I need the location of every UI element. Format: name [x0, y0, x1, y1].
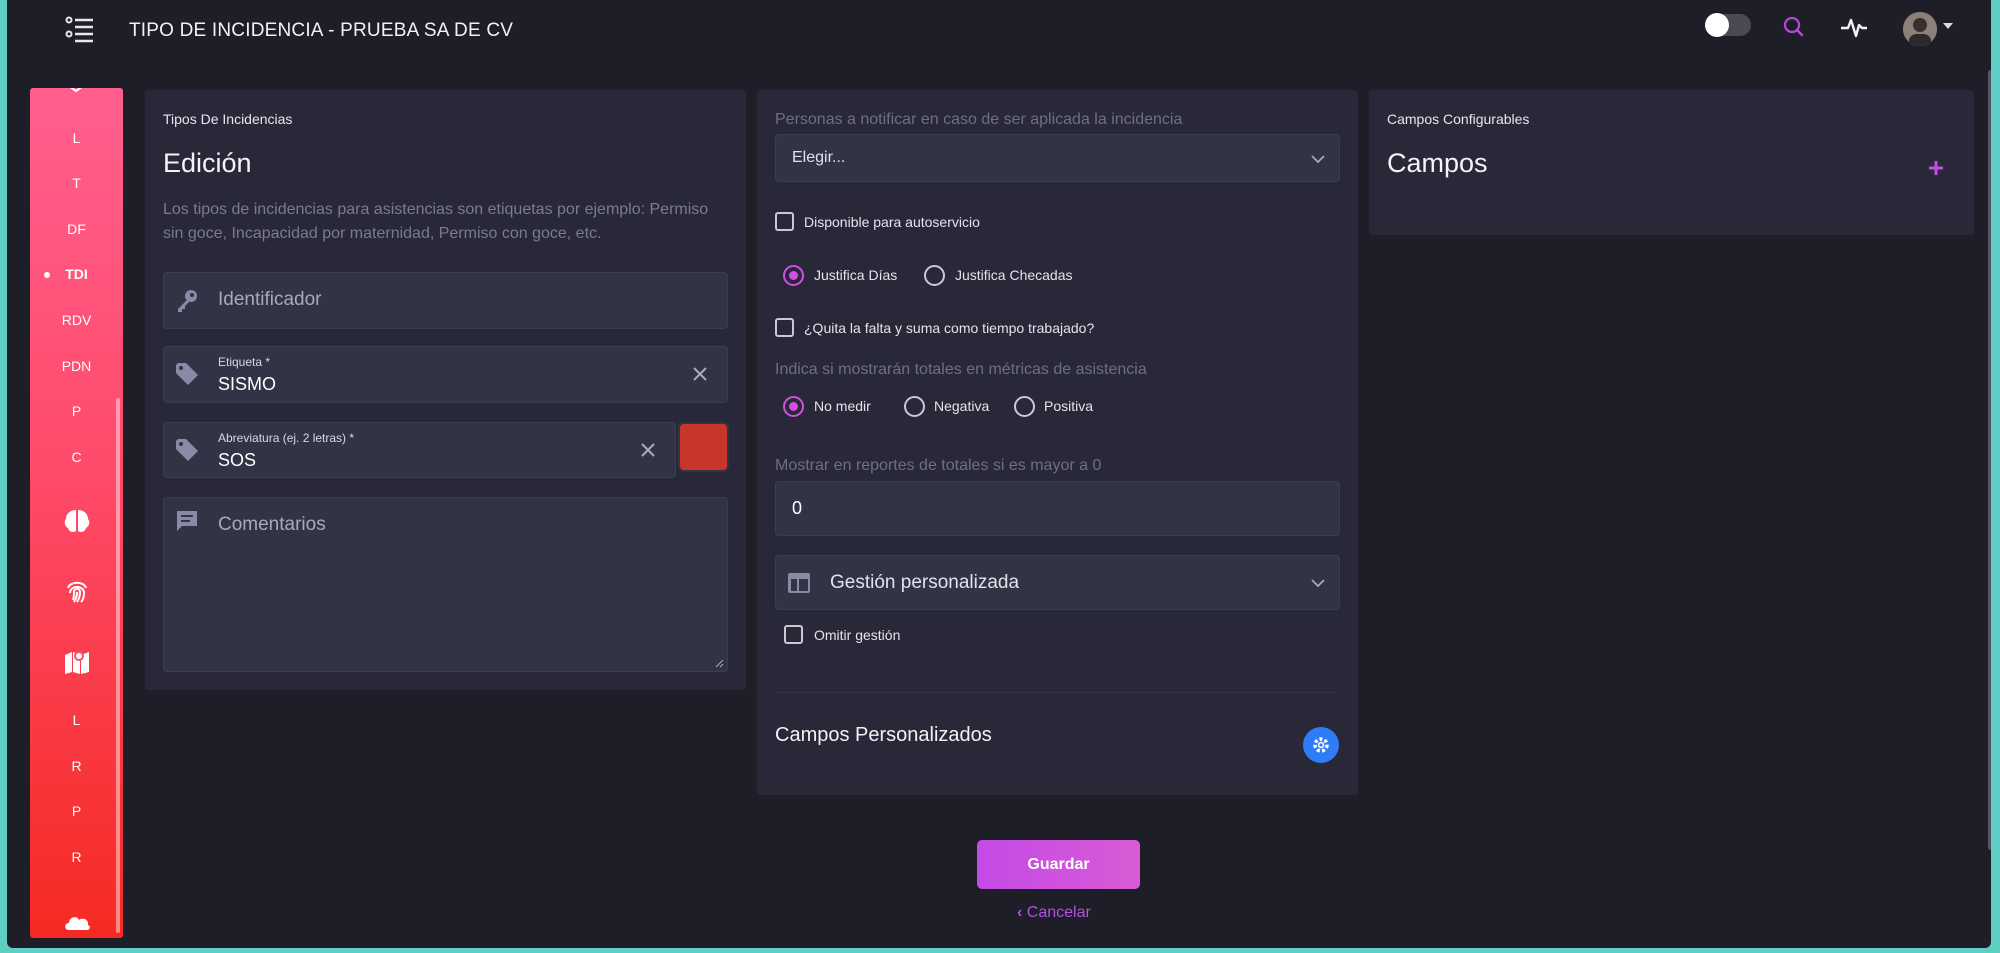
cancel-link[interactable]: ‹ Cancelar [1017, 904, 1091, 922]
save-button[interactable]: Guardar [977, 840, 1140, 889]
top-bar: TIPO DE INCIDENCIA - PRUEBA SA DE CV [7, 0, 1991, 62]
user-photo-icon [1903, 12, 1937, 46]
chevron-down-icon [1311, 579, 1325, 588]
remove-absence-checkbox[interactable] [775, 318, 794, 337]
edit-card: Tipos De Incidencias Edición Los tipos d… [145, 90, 746, 690]
sidebar-scrollbar[interactable] [116, 398, 120, 933]
avatar-dropdown-caret-icon[interactable] [1943, 23, 1953, 29]
metrics-option-label: No medir [814, 398, 871, 414]
sidebar-item-l[interactable]: L [30, 130, 123, 146]
custom-fields-title: Campos Personalizados [775, 724, 992, 746]
custom-fields-settings-button[interactable] [1303, 727, 1339, 763]
fingerprint-icon[interactable] [62, 576, 92, 606]
sidebar-item-r[interactable]: R [30, 758, 123, 774]
self-service-checkbox[interactable] [775, 212, 794, 231]
clear-abbreviation-close-icon[interactable] [639, 441, 657, 459]
fields-card: Campos Configurables Campos [1369, 90, 1974, 235]
identifier-field[interactable]: Identificador [163, 272, 728, 329]
reports-value-input[interactable]: 0 [775, 481, 1340, 536]
sidebar: L T DF TDI RDV PDN P C L R P R [30, 88, 123, 938]
map-icon[interactable] [62, 647, 92, 677]
sidebar-item-l2[interactable]: L [30, 712, 123, 728]
custom-management-label: Gestión personalizada [830, 572, 1020, 593]
table-layout-icon [788, 573, 810, 593]
omit-management-label: Omitir gestión [814, 627, 901, 643]
chevron-left-icon: ‹ [1017, 904, 1023, 921]
notify-select-value: Elegir... [792, 149, 846, 166]
custom-management-dropdown[interactable]: Gestión personalizada [775, 555, 1340, 610]
metrics-option-label: Negativa [934, 398, 990, 414]
active-indicator [44, 272, 50, 278]
abbreviation-field[interactable]: Abreviatura (ej. 2 letras) * SOS [163, 422, 676, 478]
label-field[interactable]: Etiqueta * SISMO [163, 346, 728, 403]
sidebar-item-p2[interactable]: P [30, 803, 123, 819]
page-title: TIPO DE INCIDENCIA - PRUEBA SA DE CV [129, 20, 514, 41]
notify-label: Personas a notificar en caso de ser apli… [775, 111, 1183, 128]
menu-list-icon[interactable] [65, 16, 95, 44]
abbreviation-field-label: Abreviatura (ej. 2 letras) * [218, 431, 355, 445]
cancel-label: Cancelar [1026, 904, 1091, 921]
notify-select[interactable]: Elegir... [775, 134, 1340, 182]
card-subtitle: Campos Configurables [1387, 111, 1530, 127]
reports-value: 0 [792, 498, 803, 518]
key-icon [178, 290, 197, 312]
metrics-positive-radio[interactable] [1014, 396, 1035, 417]
justify-checks-label: Justifica Checadas [955, 267, 1073, 283]
theme-toggle[interactable] [1705, 13, 1751, 37]
brain-icon[interactable] [62, 506, 92, 536]
comments-placeholder: Comentarios [218, 514, 326, 535]
identifier-placeholder: Identificador [218, 289, 322, 310]
label-field-label: Etiqueta * [218, 355, 271, 369]
metrics-no-measure-radio[interactable] [783, 396, 804, 417]
reports-label: Mostrar en reportes de totales si es may… [775, 457, 1102, 474]
metrics-label: Indica si mostrarán totales en métricas … [775, 361, 1147, 378]
cloud-icon[interactable] [62, 906, 92, 936]
sidebar-item-rdv[interactable]: RDV [30, 312, 123, 328]
comments-textarea[interactable]: Comentarios [163, 497, 728, 672]
search-icon[interactable] [1779, 12, 1809, 42]
justify-days-label: Justifica Días [814, 267, 898, 283]
abbreviation-field-value: SOS [218, 450, 257, 470]
clear-label-close-icon[interactable] [691, 365, 709, 383]
metrics-negative-radio[interactable] [904, 396, 925, 417]
sidebar-item-tdi[interactable]: TDI [30, 266, 123, 282]
config-card: Personas a notificar en caso de ser apli… [757, 90, 1358, 795]
self-service-label: Disponible para autoservicio [804, 214, 980, 230]
metrics-option-label: Positiva [1044, 398, 1094, 414]
tag-icon [176, 439, 198, 461]
section-divider [775, 692, 1340, 693]
card-subtitle: Tipos De Incidencias [163, 111, 293, 127]
chevron-down-icon [1311, 155, 1325, 164]
sidebar-item-label: TDI [65, 266, 88, 282]
activity-pulse-icon[interactable] [1839, 12, 1869, 42]
sidebar-item-c[interactable]: C [30, 449, 123, 465]
sidebar-item-pdn[interactable]: PDN [30, 358, 123, 374]
resize-handle-icon[interactable] [714, 658, 724, 668]
sidebar-top-icon[interactable] [64, 88, 88, 96]
gear-icon [1313, 737, 1329, 753]
justify-checks-radio[interactable] [924, 265, 945, 286]
card-title: Campos [1387, 148, 1488, 178]
label-field-value: SISMO [218, 374, 277, 394]
main-scrollbar[interactable] [1988, 70, 1991, 850]
comment-icon [177, 511, 197, 531]
sidebar-item-r2[interactable]: R [30, 849, 123, 865]
card-title: Edición [163, 148, 252, 178]
justify-days-radio[interactable] [783, 265, 804, 286]
app-window: TIPO DE INCIDENCIA - PRUEBA SA DE CV L T… [7, 0, 1991, 948]
omit-management-checkbox[interactable] [784, 625, 803, 644]
sidebar-item-t[interactable]: T [30, 175, 123, 191]
user-avatar[interactable] [1903, 12, 1937, 46]
sidebar-item-p[interactable]: P [30, 403, 123, 419]
description-text: Los tipos de incidencias para asistencia… [163, 201, 709, 242]
color-picker-swatch[interactable] [678, 422, 729, 472]
add-field-plus-icon[interactable] [1926, 158, 1946, 178]
sidebar-item-df[interactable]: DF [30, 221, 123, 237]
remove-absence-label: ¿Quita la falta y suma como tiempo traba… [804, 320, 1095, 336]
tag-icon [176, 363, 198, 385]
